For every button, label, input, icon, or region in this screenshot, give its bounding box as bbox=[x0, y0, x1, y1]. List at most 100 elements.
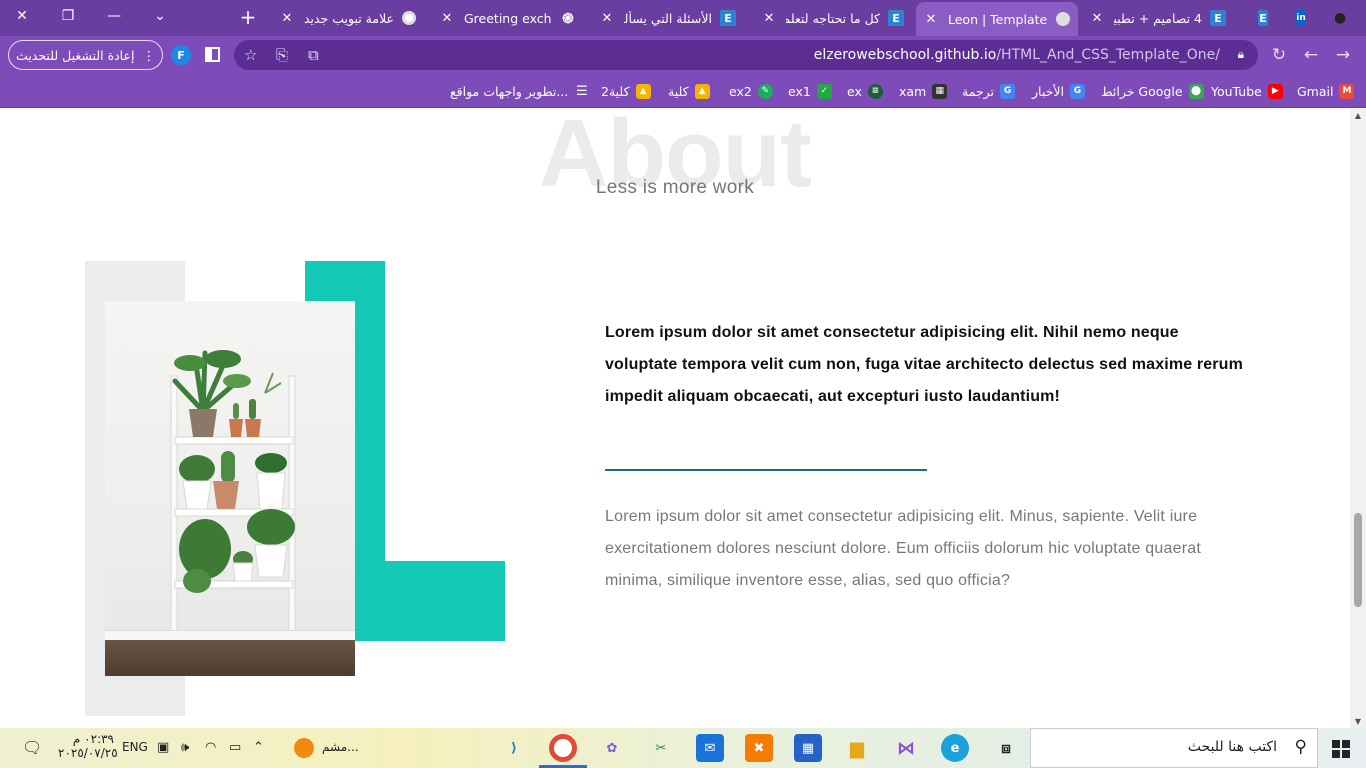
meet-now-icon[interactable]: ▣ bbox=[157, 740, 169, 755]
store-icon[interactable]: ▦ bbox=[794, 734, 822, 762]
more-menu-icon: ⋮ bbox=[142, 47, 155, 63]
bookmark-label: xam bbox=[899, 83, 927, 99]
tab-leon-template[interactable]: ✕ Leon | Template C bbox=[916, 2, 1078, 36]
tab-title: Greeting exchang bbox=[464, 10, 552, 26]
language-indicator[interactable]: ENG bbox=[122, 740, 148, 754]
lock-icon[interactable]: 🔒︎ bbox=[1238, 47, 1244, 62]
weather-icon[interactable] bbox=[294, 738, 314, 758]
forward-button[interactable]: → bbox=[1330, 44, 1356, 66]
plus-icon: + bbox=[239, 5, 257, 29]
bookmark-college2[interactable]: كلية2 ▲ bbox=[601, 82, 651, 100]
install-app-icon[interactable]: ⧉ bbox=[308, 46, 319, 64]
side-panel-icon[interactable] bbox=[205, 47, 220, 62]
tab-pinned-e[interactable]: E bbox=[1242, 4, 1276, 32]
battery-icon[interactable]: ▭ bbox=[229, 740, 241, 755]
mail-icon[interactable]: ✉ bbox=[696, 734, 724, 762]
bookmark-ex1[interactable]: ex1 ✓ bbox=[788, 82, 832, 100]
tab-pinned-github[interactable]: ● bbox=[1318, 4, 1352, 32]
tab-everything-you-need[interactable]: ✕ كل ما تحتاجه لتعلم E bbox=[754, 4, 912, 32]
about-lead-paragraph: Lorem ipsum dolor sit amet consectetur a… bbox=[605, 324, 1243, 405]
bookmark-ex[interactable]: ex ≡ bbox=[847, 82, 883, 100]
notifications-icon[interactable]: 🗨︎ bbox=[22, 738, 42, 757]
windows-start-icon[interactable] bbox=[1332, 740, 1350, 758]
chatgpt-icon: ֎ bbox=[562, 10, 574, 27]
clock-date: ٢٠٢٥/٠٧/٢٥ bbox=[58, 746, 118, 760]
bookmark-college[interactable]: كلية ▲ bbox=[668, 82, 710, 100]
tab-greeting-exchange[interactable]: ✕ Greeting exchang ֎ bbox=[432, 4, 584, 32]
close-icon[interactable]: ✕ bbox=[280, 11, 294, 26]
page-scrollbar[interactable]: ▲ ▼ bbox=[1350, 109, 1366, 728]
url-text[interactable]: elzerowebschool.github.io/HTML_And_CSS_T… bbox=[814, 40, 1220, 70]
chrome-icon[interactable] bbox=[549, 734, 577, 762]
bookmark-google-maps[interactable]: خرائط Google ⬤ bbox=[1101, 82, 1204, 100]
profile-avatar[interactable]: F bbox=[171, 45, 191, 65]
tab-title: الأسئلة التي يسألها bbox=[624, 10, 712, 26]
close-icon[interactable]: ✕ bbox=[762, 11, 776, 26]
xampp-icon[interactable]: ✖ bbox=[745, 734, 773, 762]
drive-icon: ▲ bbox=[694, 83, 710, 99]
volume-icon[interactable]: 🕪︎ bbox=[181, 740, 189, 755]
bookmark-translate[interactable]: ترجمة G bbox=[962, 82, 1016, 100]
restore-window-button[interactable]: ❐ bbox=[46, 0, 90, 32]
running-app-label[interactable]: مشم... bbox=[322, 740, 359, 754]
close-icon[interactable]: ✕ bbox=[924, 12, 938, 27]
close-window-button[interactable]: ✕ bbox=[0, 0, 44, 32]
bookmark-label: ترجمة bbox=[962, 83, 995, 99]
vscode-icon[interactable]: ⟩ bbox=[500, 734, 528, 762]
bookmark-news[interactable]: الأخبار G bbox=[1032, 82, 1085, 100]
show-hidden-icons-icon[interactable]: ⌃ bbox=[253, 740, 264, 755]
taskbar-search-input[interactable]: اكتب هنا للبحث ⚲ bbox=[1030, 728, 1318, 768]
back-arrow-icon: ← bbox=[1303, 45, 1319, 65]
scroll-up-arrow-icon[interactable]: ▲ bbox=[1350, 111, 1366, 120]
close-icon[interactable]: ✕ bbox=[1090, 11, 1104, 26]
tab-title: Leon | Template C bbox=[948, 11, 1048, 27]
bookmark-ex2[interactable]: ex2 ✎ bbox=[729, 82, 773, 100]
tab-pinned-linkedin[interactable]: in bbox=[1280, 4, 1314, 32]
visual-studio-icon[interactable]: ⋈ bbox=[892, 734, 920, 762]
section-subtitle: Less is more work bbox=[595, 177, 755, 198]
file-explorer-icon[interactable]: ▆ bbox=[843, 734, 871, 762]
bookmark-youtube[interactable]: YouTube ▶ bbox=[1211, 82, 1283, 100]
bookmark-xam[interactable]: xam ▦ bbox=[899, 82, 948, 100]
restart-to-update-label: إعادة التشغيل للتحديث bbox=[16, 47, 135, 63]
edge-icon[interactable]: e bbox=[941, 734, 969, 762]
linkedin-icon: in bbox=[1296, 10, 1306, 26]
baseboard bbox=[105, 630, 355, 640]
restart-to-update-button[interactable]: إعادة التشغيل للتحديث ⋮ bbox=[8, 40, 163, 70]
close-icon[interactable]: ✕ bbox=[600, 11, 614, 26]
star-icon[interactable]: ☆ bbox=[244, 46, 257, 64]
bookmark-label: كلية bbox=[668, 83, 689, 99]
share-icon[interactable]: ⎘ bbox=[276, 46, 288, 64]
minimize-window-button[interactable]: — bbox=[92, 0, 136, 32]
close-icon[interactable]: ✕ bbox=[440, 11, 454, 26]
scrollbar-thumb[interactable] bbox=[1354, 513, 1362, 607]
chrome-icon bbox=[402, 11, 416, 25]
task-view-icon[interactable]: ⧈ bbox=[992, 734, 1020, 762]
youtube-icon: ▶ bbox=[1267, 83, 1283, 99]
tab-search-button[interactable]: ⌄ bbox=[138, 0, 182, 32]
wifi-icon[interactable]: ◠ bbox=[205, 740, 216, 755]
url-host: elzerowebschool.github.io bbox=[813, 47, 997, 63]
restore-icon: ❐ bbox=[61, 8, 75, 24]
bookmark-label: كلية2 bbox=[601, 83, 630, 99]
bookmark-web-dev[interactable]: تطوير واجهات مواقع... ☰ bbox=[450, 82, 589, 100]
scroll-down-arrow-icon[interactable]: ▼ bbox=[1350, 717, 1366, 726]
xam-icon: ▦ bbox=[932, 83, 948, 99]
snipping-tool-icon[interactable]: ✂ bbox=[647, 734, 675, 762]
new-tab-button[interactable]: + bbox=[236, 4, 260, 30]
tab-4-designs[interactable]: ✕ 4 تصاميم + تطبيقا E bbox=[1082, 4, 1234, 32]
tab-title: علامة تبويب جديدة bbox=[304, 10, 394, 26]
bookmark-label: ex2 bbox=[729, 83, 752, 99]
address-bar[interactable]: ☆ ⎘ ⧉ elzerowebschool.github.io/HTML_And… bbox=[234, 40, 1258, 70]
tab-new-tab[interactable]: ✕ علامة تبويب جديدة bbox=[272, 4, 424, 32]
copilot-icon[interactable]: ✿ bbox=[598, 734, 626, 762]
reload-button[interactable]: ↻ bbox=[1266, 44, 1292, 66]
tab-questions[interactable]: ✕ الأسئلة التي يسألها E bbox=[592, 4, 744, 32]
bookmark-gmail[interactable]: Gmail M bbox=[1297, 82, 1355, 100]
check-icon: ✓ bbox=[816, 83, 832, 99]
list-icon: ☰ bbox=[575, 83, 588, 99]
maps-icon: ⬤ bbox=[1188, 83, 1204, 99]
back-button[interactable]: ← bbox=[1298, 44, 1324, 66]
tab-title: كل ما تحتاجه لتعلم bbox=[786, 10, 880, 26]
clock[interactable]: ٠٢:٣٩ م ٢٠٢٥/٠٧/٢٥ bbox=[58, 732, 118, 760]
